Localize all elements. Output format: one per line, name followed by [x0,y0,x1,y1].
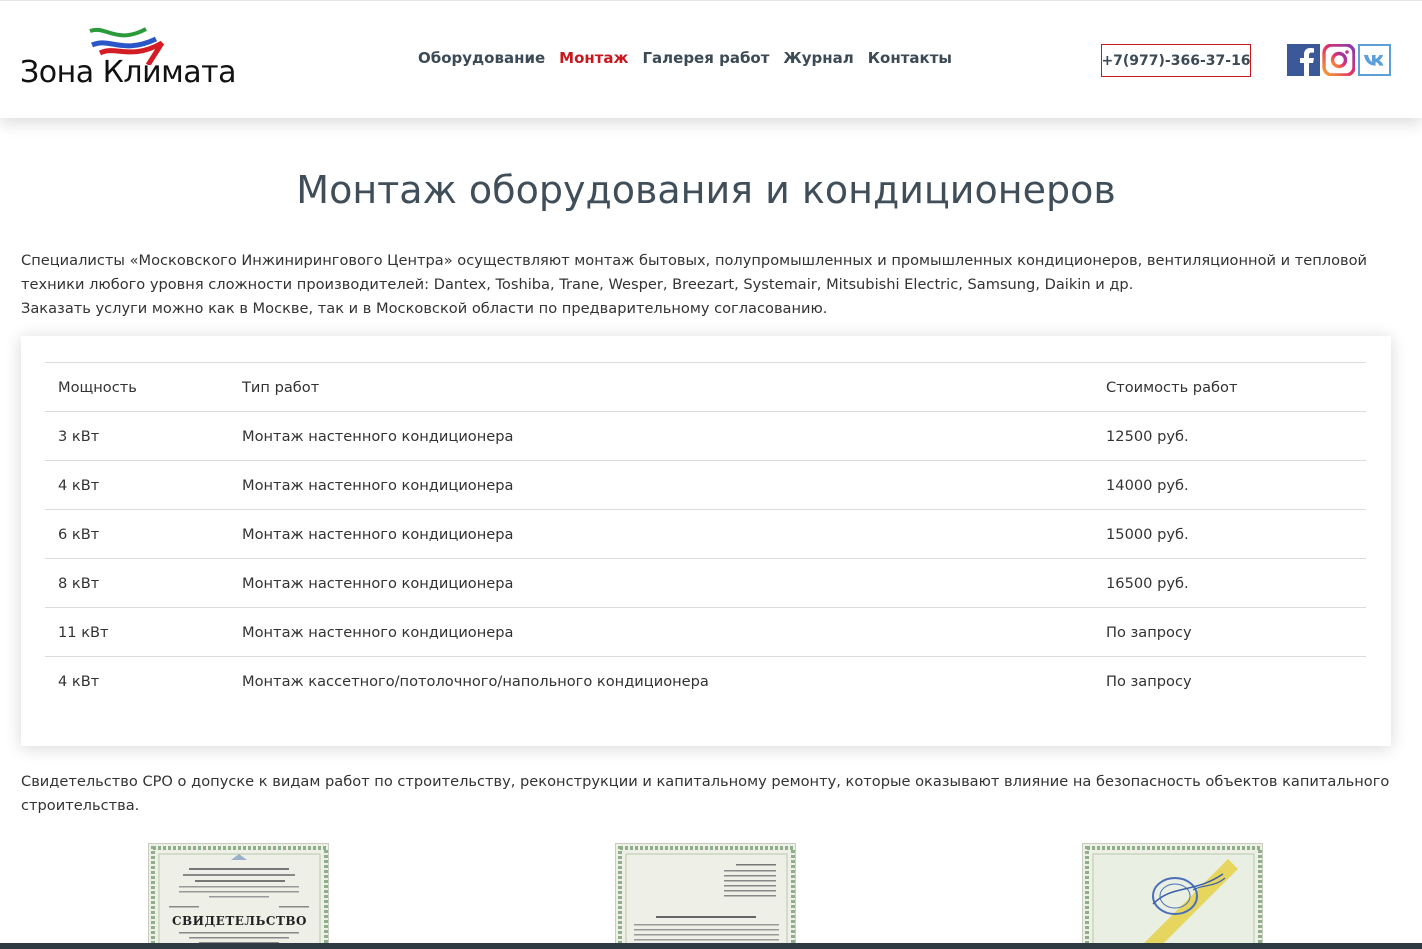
header-work-type: Тип работ [229,362,1093,412]
nav-item-installation[interactable]: Монтаж [559,49,628,67]
cell-work-type: Монтаж настенного кондиционера [229,411,1093,461]
cell-cost: 16500 руб. [1093,558,1366,608]
footer-bar [0,943,1422,949]
cell-power: 3 кВт [45,411,229,461]
table-row: 4 кВт Монтаж настенного кондиционера 140… [45,460,1366,510]
cell-cost: По запросу [1093,607,1366,657]
certificate-image-2[interactable] [615,843,796,949]
price-table: Мощность Тип работ Стоимость работ 3 кВт… [45,362,1366,706]
cell-work-type: Монтаж настенного кондиционера [229,460,1093,510]
table-row: 3 кВт Монтаж настенного кондиционера 125… [45,411,1366,461]
instagram-icon[interactable] [1322,43,1356,77]
intro-paragraph: Специалисты «Московского Инжинирингового… [21,252,1368,293]
cell-work-type: Монтаж настенного кондиционера [229,558,1093,608]
nav-item-contacts[interactable]: Контакты [868,49,952,67]
page-title: Монтаж оборудования и кондиционеров [296,168,1116,212]
cell-work-type: Монтаж настенного кондиционера [229,509,1093,559]
table-row: 4 кВт Монтаж кассетного/потолочного/напо… [45,656,1366,706]
site-logo[interactable]: Зона Климата [20,25,236,97]
header-cost: Стоимость работ [1093,362,1366,412]
certificate-heading: СВИДЕТЕЛЬСТВО [171,914,307,928]
site-header: Зона Климата Оборудование Монтаж Галерея… [0,0,1422,118]
nav-item-equipment[interactable]: Оборудование [418,49,545,67]
table-row: 11 кВт Монтаж настенного кондиционера По… [45,607,1366,657]
cell-power: 8 кВт [45,558,229,608]
certificate-border-icon [618,846,795,948]
cell-power: 11 кВт [45,607,229,657]
cell-work-type: Монтаж кассетного/потолочного/напольного… [229,656,1093,706]
phone-button[interactable]: +7(977)-366-37-16 [1101,44,1251,77]
logo-text: Зона Климата [20,55,236,90]
price-card: Мощность Тип работ Стоимость работ 3 кВт… [21,336,1391,746]
cell-cost: 12500 руб. [1093,411,1366,461]
cell-power: 4 кВт [45,460,229,510]
certificate-image-3[interactable] [1082,843,1263,949]
sro-certificate-text: Свидетельство СРО о допуске к видам рабо… [21,773,1390,814]
main-nav: Оборудование Монтаж Галерея работ Журнал… [418,49,952,67]
cell-power: 6 кВт [45,509,229,559]
intro-text: Специалисты «Московского Инжинирингового… [21,249,1401,321]
nav-item-journal[interactable]: Журнал [783,49,853,67]
nav-item-gallery[interactable]: Галерея работ [642,49,769,67]
table-header-row: Мощность Тип работ Стоимость работ [45,362,1366,412]
vk-icon[interactable] [1358,44,1391,76]
facebook-icon[interactable] [1287,44,1320,76]
cell-cost: По запросу [1093,656,1366,706]
certificate-border-icon [151,846,328,948]
cell-cost: 14000 руб. [1093,460,1366,510]
table-row: 8 кВт Монтаж настенного кондиционера 165… [45,558,1366,608]
cell-cost: 15000 руб. [1093,509,1366,559]
cell-power: 4 кВт [45,656,229,706]
cell-work-type: Монтаж настенного кондиционера [229,607,1093,657]
certificate-image-1[interactable]: СВИДЕТЕЛЬСТВО [148,843,329,949]
intro-paragraph-2: Заказать услуги можно как в Москве, так … [21,300,828,317]
header-power: Мощность [45,362,229,412]
table-row: 6 кВт Монтаж настенного кондиционера 150… [45,509,1366,559]
certificate-stamp-icon [1085,846,1262,948]
